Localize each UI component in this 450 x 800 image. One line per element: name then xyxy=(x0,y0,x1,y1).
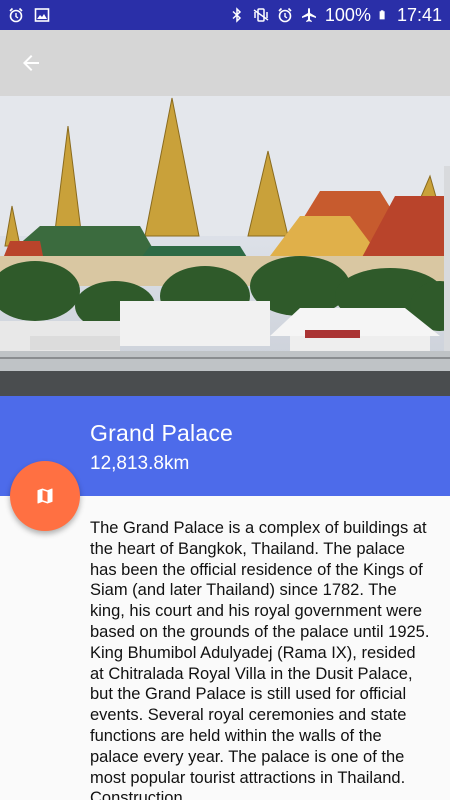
alarm-icon xyxy=(9,7,23,23)
map-button[interactable] xyxy=(10,461,80,531)
battery-icon xyxy=(379,10,385,20)
place-photo xyxy=(0,96,450,396)
airplane-icon xyxy=(301,8,316,22)
status-bar: 100% 17:41 xyxy=(0,0,450,30)
bluetooth-icon xyxy=(232,7,241,23)
place-description: The Grand Palace is a complex of buildin… xyxy=(90,519,430,800)
app-bar xyxy=(0,30,450,96)
grand-palace-image xyxy=(0,96,450,396)
alarm-icon xyxy=(278,7,292,23)
battery-level: 100% xyxy=(324,4,371,25)
vibrate-icon xyxy=(253,8,269,22)
place-title: Grand Palace xyxy=(90,420,234,446)
arrow-back-icon xyxy=(23,55,39,71)
image-icon xyxy=(34,8,50,22)
clock: 17:41 xyxy=(396,4,442,25)
place-distance: 12,813.8km xyxy=(90,453,190,474)
back-button[interactable] xyxy=(16,48,46,78)
map-icon xyxy=(37,488,53,504)
